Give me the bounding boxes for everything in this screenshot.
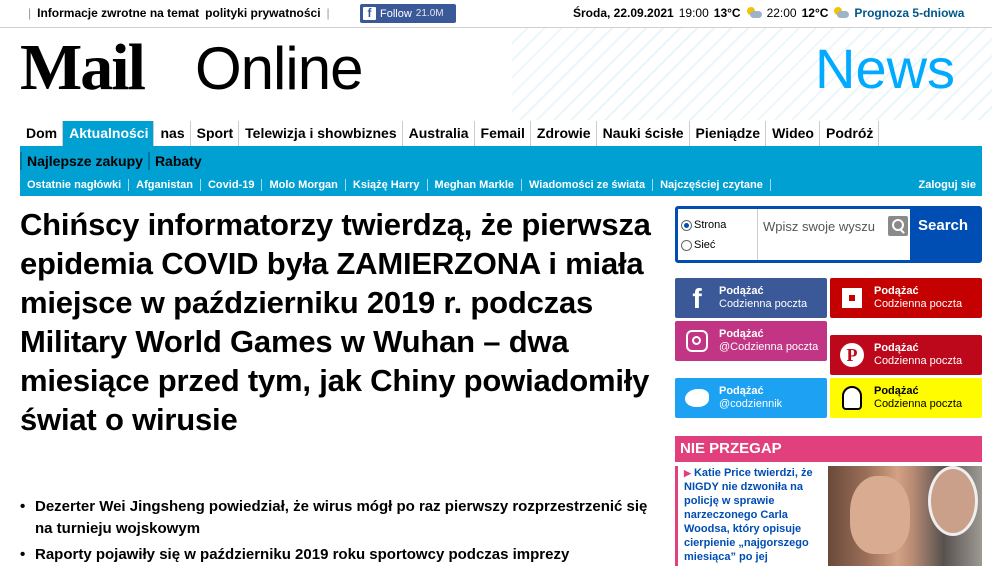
twitter-icon — [685, 389, 709, 407]
nav-item-us[interactable]: nas — [154, 121, 191, 146]
follow-title: Podążać — [874, 285, 919, 297]
weather-bar: Środa, 22.09.2021 19:00 13°C 22:00 12°C … — [573, 6, 964, 20]
follow-facebook[interactable]: f Podążać Codzienna poczta — [675, 278, 827, 318]
weather-temp-1: 13°C — [713, 6, 741, 20]
weather-temp-2: 12°C — [801, 6, 829, 20]
feedback-link[interactable]: Informacje zwrotne na temat — [37, 6, 199, 20]
follow-snapchat[interactable]: Podążać Codzienna poczta — [830, 378, 982, 418]
bullet-item: Raporty pojawiły się w październiku 2019… — [20, 544, 660, 566]
dont-miss-image[interactable] — [828, 466, 982, 566]
facebook-icon: f — [363, 7, 376, 20]
date: Środa, 22.09.2021 — [573, 6, 674, 20]
follow-handle: @codziennik — [719, 398, 783, 410]
follow-handle: Codzienna poczta — [874, 298, 963, 310]
follow-title: Podążać — [874, 385, 919, 397]
follow-instagram[interactable]: Podążać @Codzienna poczta — [675, 321, 827, 361]
divider: | — [28, 6, 32, 20]
forecast-link[interactable]: Prognoza 5-dniowa — [854, 6, 964, 20]
follow-flipboard[interactable]: Podążać Codzienna poczta — [830, 278, 982, 318]
partly-cloudy-icon — [833, 7, 850, 19]
dont-miss-item-text[interactable]: Katie Price twierdzi, że NIGDY nie dzwon… — [684, 467, 813, 563]
topic-piers-morgan[interactable]: Molo Morgan — [262, 179, 346, 191]
partly-cloudy-icon — [746, 7, 762, 19]
radio-web[interactable] — [681, 239, 692, 251]
nav-item-australia[interactable]: Australia — [403, 121, 475, 146]
follow-title: Podążać — [719, 285, 764, 297]
article-headline: Chińscy informatorzy twierdzą, że pierws… — [20, 207, 651, 437]
topic-covid[interactable]: Covid-19 — [201, 179, 263, 191]
search-input[interactable]: Wpisz swoje wyszu — [758, 209, 910, 260]
instagram-icon — [686, 330, 708, 352]
utility-links: | Informacje zwrotne na temat polityki p… — [28, 6, 330, 20]
topic-most-read[interactable]: Najczęściej czytane — [653, 179, 771, 191]
search-scope: Strona Sieć — [678, 209, 758, 260]
scope-web-option[interactable]: Sieć — [681, 235, 757, 255]
follow-title: Podążać — [719, 328, 764, 340]
search-button[interactable]: Search — [910, 209, 979, 260]
nav-item-travel[interactable]: Podróż — [820, 121, 880, 146]
topic-world-news[interactable]: Wiadomości ze świata — [522, 179, 654, 191]
topic-prince-harry[interactable]: Książę Harry — [346, 179, 428, 191]
follow-title: Podążać — [719, 385, 764, 397]
dont-miss-header: NIE PRZEGAP — [675, 436, 982, 462]
nav-item-video[interactable]: Wideo — [766, 121, 820, 146]
bullet-item: Dezerter Wei Jingsheng powiedział, że wi… — [20, 496, 660, 540]
topic-meghan-markle[interactable]: Meghan Markle — [428, 179, 523, 191]
nav-item-news[interactable]: Aktualności — [63, 121, 155, 146]
topic-afghanistan[interactable]: Afganistan — [129, 179, 201, 191]
topics-nav: Ostatnie nagłówki Afganistan Covid-19 Mo… — [20, 174, 982, 196]
snapchat-icon — [842, 386, 862, 410]
primary-nav: Dom Aktualności nas Sport Telewizja i sh… — [20, 121, 982, 148]
nav-item-science[interactable]: Nauki ścisłe — [597, 121, 690, 146]
nav-item-tv-showbiz[interactable]: Telewizja i showbiznes — [239, 121, 403, 146]
search-placeholder: Wpisz swoje wyszu — [763, 219, 875, 234]
nav-item-discounts[interactable]: Rabaty — [147, 152, 207, 170]
follow-pinterest[interactable]: P Podążać Codzienna poczta — [830, 335, 982, 375]
masthead: Mail Online News — [0, 28, 992, 120]
privacy-link[interactable]: polityki prywatności — [205, 6, 320, 20]
secondary-nav: Najlepsze zakupy Rabaty — [20, 148, 982, 174]
divider: | — [326, 6, 330, 20]
person-photo — [850, 476, 910, 554]
facebook-follow-button[interactable]: f Follow 21.0M — [360, 4, 456, 23]
scope-site-label: Strona — [694, 219, 727, 231]
section-title: News — [815, 37, 956, 100]
scope-site-option[interactable]: Strona — [681, 215, 757, 235]
facebook-follower-count: 21.0M — [415, 8, 444, 19]
follow-twitter[interactable]: Podążać @codziennik — [675, 378, 827, 418]
follow-title: Podążać — [874, 342, 919, 354]
radio-site[interactable] — [681, 219, 692, 231]
search-box: Strona Sieć Wpisz swoje wyszu Search — [675, 206, 982, 263]
follow-handle: Codzienna poczta — [719, 298, 808, 310]
arrow-right-icon: ▶ — [684, 468, 691, 478]
facebook-icon: f — [692, 282, 702, 314]
nav-item-sport[interactable]: Sport — [191, 121, 240, 146]
flipboard-icon — [842, 288, 862, 308]
logo-online[interactable]: Online — [195, 34, 363, 104]
nav-item-home[interactable]: Dom — [20, 121, 64, 146]
weather-time-2: 22:00 — [766, 6, 797, 20]
follow-handle: Codzienna poczta — [874, 398, 963, 410]
weather-time-1: 19:00 — [678, 6, 709, 20]
topic-latest-headlines[interactable]: Ostatnie nagłówki — [20, 179, 130, 191]
follow-handle: Codzienna poczta — [874, 355, 963, 367]
person-inset-photo — [928, 466, 978, 536]
nav-item-best-buys[interactable]: Najlepsze zakupy — [20, 152, 148, 170]
pinterest-icon: P — [840, 343, 864, 367]
nav-item-health[interactable]: Zdrowie — [531, 121, 597, 146]
dont-miss-item[interactable]: ▶ Katie Price twierdzi, że NIGDY nie dzw… — [675, 466, 825, 566]
nav-item-money[interactable]: Pieniądze — [690, 121, 767, 146]
login-link[interactable]: Zaloguj sie — [919, 179, 982, 191]
nav-item-femail[interactable]: Femail — [475, 121, 531, 146]
search-icon[interactable] — [888, 216, 908, 236]
follow-handle: @Codzienna poczta — [719, 341, 819, 353]
logo-mail[interactable]: Mail — [20, 28, 146, 108]
scope-web-label: Sieć — [694, 239, 716, 251]
facebook-follow-label: Follow — [380, 7, 412, 20]
top-utility-bar: | Informacje zwrotne na temat polityki p… — [0, 0, 992, 28]
article-bullets: Dezerter Wei Jingsheng powiedział, że wi… — [20, 496, 660, 570]
